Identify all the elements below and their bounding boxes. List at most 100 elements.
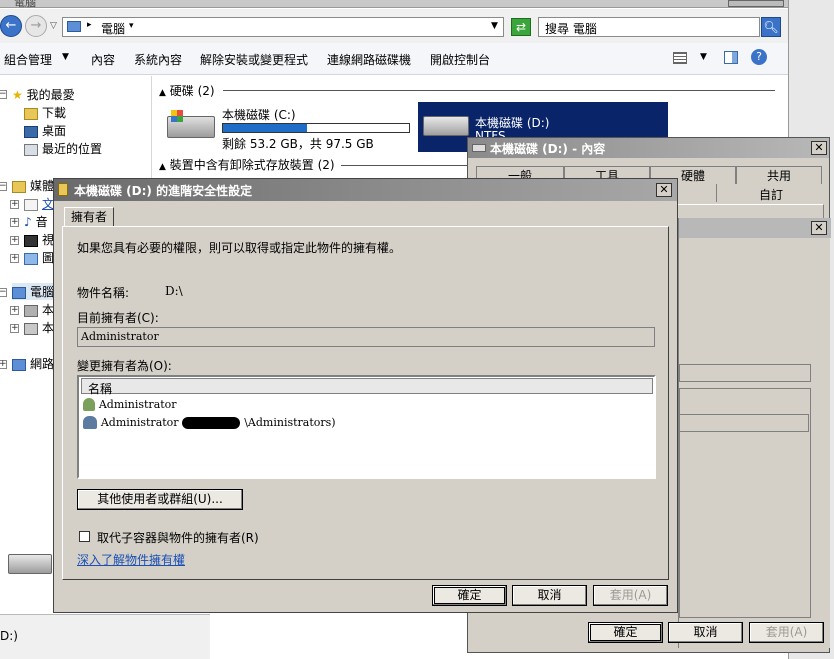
props-cancel-button[interactable]: 取消 bbox=[668, 622, 743, 643]
properties-titlebar: 本機磁碟 (D:) - 內容 bbox=[468, 138, 829, 158]
nav-favorites[interactable]: ★ 我的最愛 bbox=[12, 86, 75, 103]
replace-owner-label[interactable]: 取代子容器與物件的擁有者(R) bbox=[97, 529, 259, 546]
current-owner-label: 目前擁有者(C): bbox=[77, 311, 159, 325]
tab-row2-2[interactable] bbox=[716, 184, 717, 202]
address-row: ← → ▽ ▸ 電腦 ▾ ▼ ⇄ 搜尋 電腦 🔍︎ bbox=[0, 9, 788, 43]
command-bar: 組合管理 ▼ 內容 系統內容 解除安裝或變更程式 連線網路磁碟機 開啟控制台 ▼… bbox=[0, 43, 788, 75]
lib-expand-2[interactable]: + bbox=[10, 218, 19, 227]
preview-pane-icon[interactable] bbox=[724, 51, 738, 64]
learn-ownership-link[interactable]: 深入了解物件擁有權 bbox=[77, 551, 185, 568]
adv-close-button[interactable]: ✕ bbox=[656, 183, 672, 197]
list-item[interactable]: Administrator \Administrators) bbox=[83, 415, 336, 432]
status-text: D:) bbox=[0, 629, 18, 643]
object-name-label: 物件名稱: bbox=[77, 286, 130, 300]
nav-network[interactable]: 網路 bbox=[12, 355, 54, 372]
view-dropdown-icon[interactable]: ▼ bbox=[700, 52, 707, 62]
organize-dropdown-icon[interactable]: ▼ bbox=[62, 52, 69, 62]
toolbar-map-drive[interactable]: 連線網路磁碟機 bbox=[327, 51, 411, 68]
nav-desktop[interactable]: 桌面 bbox=[24, 122, 66, 139]
nav-drive-d[interactable]: 本 bbox=[24, 319, 54, 336]
owner-panel: 如果您具有必要的權限，則可以取得或指定此物件的擁有權。 物件名稱: D:\ 目前… bbox=[62, 226, 669, 580]
drive-c-free: 剩餘 53.2 GB，共 97.5 GB bbox=[222, 137, 374, 151]
list-item[interactable]: Administrator bbox=[83, 397, 177, 414]
breadcrumb-chevron-icon[interactable]: ▸ bbox=[87, 20, 92, 30]
toolbar-organize[interactable]: 組合管理 bbox=[4, 51, 52, 68]
adv-apply-button[interactable]: 套用(A) bbox=[593, 585, 668, 606]
lib-expand-1[interactable]: + bbox=[10, 200, 19, 209]
windows-logo-icon bbox=[171, 110, 183, 122]
view-options-icon[interactable] bbox=[673, 52, 687, 64]
removable-group-header[interactable]: ▲ 裝置中含有卸除式存放裝置 (2) bbox=[159, 156, 335, 173]
list-header-name[interactable]: 名稱 bbox=[81, 378, 653, 396]
search-icon: 🔍︎ bbox=[763, 20, 779, 34]
downloads-icon bbox=[24, 107, 38, 120]
search-button[interactable]: 🔍︎ bbox=[761, 17, 781, 37]
nav-lib-documents[interactable]: 文 bbox=[24, 195, 54, 212]
tab-owner[interactable]: 擁有者 bbox=[64, 207, 114, 227]
security-field-1[interactable] bbox=[679, 364, 811, 382]
nav-drive-c[interactable]: 本 bbox=[24, 301, 54, 318]
refresh-icon: ⇄ bbox=[515, 20, 527, 34]
nav-lib-pictures[interactable]: 圖 bbox=[24, 249, 54, 266]
close-icon: ✕ bbox=[659, 183, 669, 196]
search-box[interactable]: 搜尋 電腦 bbox=[538, 17, 760, 37]
favorites-collapse[interactable]: − bbox=[0, 90, 7, 99]
props-apply-button[interactable]: 套用(A) bbox=[749, 622, 824, 643]
help-icon[interactable]: ? bbox=[751, 49, 767, 65]
computer-collapse[interactable]: − bbox=[0, 288, 7, 297]
nav-lib-music[interactable]: ♪ 音 bbox=[24, 213, 48, 230]
lib-expand-3[interactable]: + bbox=[10, 236, 19, 245]
replace-owner-checkbox[interactable] bbox=[79, 531, 90, 542]
breadcrumb-dropdown-icon[interactable]: ▾ bbox=[129, 21, 134, 31]
network-expand[interactable]: + bbox=[0, 360, 7, 369]
other-users-button[interactable]: 其他使用者或群組(U)... bbox=[77, 489, 243, 510]
toolbar-control-panel[interactable]: 開啟控制台 bbox=[430, 51, 490, 68]
current-owner-value: Administrator bbox=[81, 330, 159, 343]
current-owner-field: Administrator bbox=[77, 327, 655, 347]
tab-owner-label: 擁有者 bbox=[70, 210, 107, 224]
refresh-button[interactable]: ⇄ bbox=[511, 18, 531, 36]
nav-recent[interactable]: 最近的位置 bbox=[24, 140, 102, 157]
group-icon bbox=[83, 416, 97, 429]
adv-titlebar: 本機磁碟 (D:) 的進階安全性設定 bbox=[54, 179, 677, 201]
change-owner-label: 變更擁有者為(O): bbox=[77, 359, 172, 373]
lib-expand-4[interactable]: + bbox=[10, 254, 19, 263]
tab-sharing[interactable]: 共用 bbox=[736, 166, 822, 184]
libraries-collapse[interactable]: − bbox=[0, 182, 7, 191]
drive-c-tile[interactable]: 本機磁碟 (C:) 剩餘 53.2 GB，共 97.5 GB bbox=[165, 104, 415, 151]
breadcrumb[interactable]: 電腦 bbox=[101, 20, 125, 37]
forward-button[interactable]: → bbox=[25, 15, 47, 37]
nav-libraries[interactable]: 媒體 bbox=[12, 177, 54, 194]
collapse-group-icon: ▲ bbox=[159, 162, 166, 172]
owner-listview[interactable]: 名稱 Administrator Administrator \Administ… bbox=[77, 375, 656, 479]
nav-lib-videos[interactable]: 視 bbox=[24, 231, 54, 248]
hdd-group-header[interactable]: ▲ 硬碟 (2) bbox=[159, 82, 215, 99]
back-arrow-icon: ← bbox=[5, 18, 17, 33]
history-dropdown-icon[interactable]: ▽ bbox=[50, 21, 57, 31]
back-button[interactable]: ← bbox=[0, 15, 22, 37]
nav-downloads[interactable]: 下載 bbox=[24, 104, 66, 121]
window-controls[interactable] bbox=[728, 0, 784, 7]
toolbar-properties[interactable]: 內容 bbox=[91, 51, 115, 68]
desktop-icon bbox=[24, 125, 38, 138]
address-dropdown-icon[interactable]: ▼ bbox=[491, 21, 498, 31]
comp-expand-1[interactable]: + bbox=[10, 306, 19, 315]
address-bar[interactable]: ▸ 電腦 ▾ ▼ bbox=[62, 17, 504, 37]
user-icon bbox=[83, 398, 95, 411]
props-ok-button[interactable]: 確定 bbox=[588, 622, 663, 643]
computer-icon bbox=[67, 21, 81, 32]
tab-customize[interactable]: 自訂 bbox=[726, 186, 816, 203]
comp-expand-2[interactable]: + bbox=[10, 324, 19, 333]
explorer-titlebar: 電腦 bbox=[0, 0, 788, 9]
close-button[interactable]: ✕ bbox=[811, 141, 827, 155]
toolbar-system-properties[interactable]: 系統內容 bbox=[134, 51, 182, 68]
security-close-button[interactable]: ✕ bbox=[811, 221, 827, 235]
drive-title-icon bbox=[472, 144, 486, 152]
adv-ok-button[interactable]: 確定 bbox=[432, 585, 507, 606]
adv-cancel-button[interactable]: 取消 bbox=[512, 585, 587, 606]
toolbar-uninstall[interactable]: 解除安裝或變更程式 bbox=[200, 51, 308, 68]
drive-c-name: 本機磁碟 (C:) bbox=[222, 108, 296, 122]
nav-computer[interactable]: 電腦 bbox=[12, 283, 55, 300]
search-input[interactable]: 搜尋 電腦 bbox=[545, 20, 597, 37]
drive-icon bbox=[423, 116, 469, 136]
